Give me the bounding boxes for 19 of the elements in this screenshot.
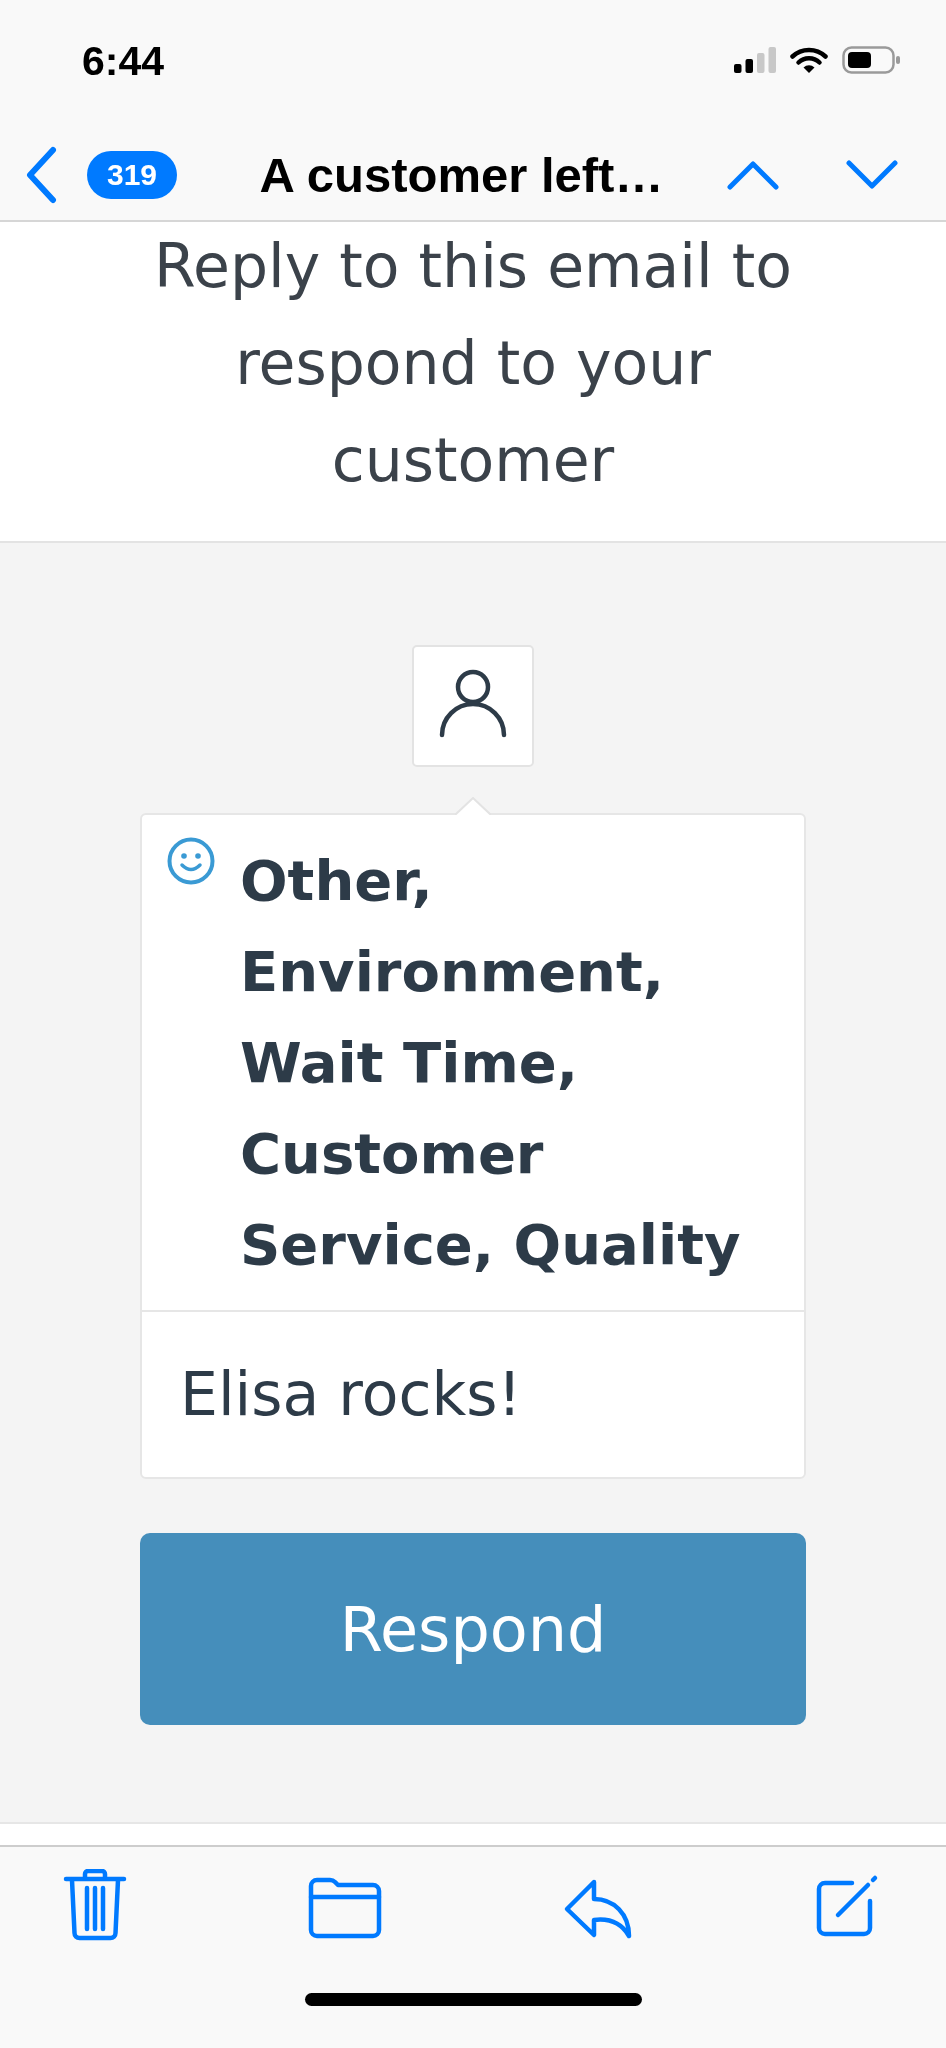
trash-icon[interactable]	[63, 1869, 127, 1941]
compose-icon[interactable]	[814, 1873, 880, 1939]
back-icon[interactable]	[24, 146, 58, 204]
unread-count-badge[interactable]: 319	[87, 151, 178, 199]
folder-icon[interactable]	[308, 1877, 382, 1939]
wifi-icon	[790, 46, 828, 74]
chevron-up-icon[interactable]	[726, 160, 780, 190]
battery-icon	[842, 46, 900, 74]
status-time: 6:44	[82, 38, 165, 84]
chevron-down-icon[interactable]	[845, 160, 899, 190]
email-subject-title: A customer left…	[259, 147, 664, 203]
feedback-categories-text: Other, Environment, Wait Time, Customer Service, Quality	[240, 847, 742, 1279]
signal-icon	[734, 47, 776, 73]
smiley-icon	[167, 837, 215, 885]
reply-icon[interactable]	[563, 1878, 633, 1940]
person-icon	[412, 645, 534, 767]
respond-button[interactable]: Respond	[140, 1533, 806, 1725]
reply-instruction-text: Reply to this email to respond to your customer	[153, 230, 793, 497]
feedback-comment-text: Elisa rocks!	[179, 1358, 523, 1431]
